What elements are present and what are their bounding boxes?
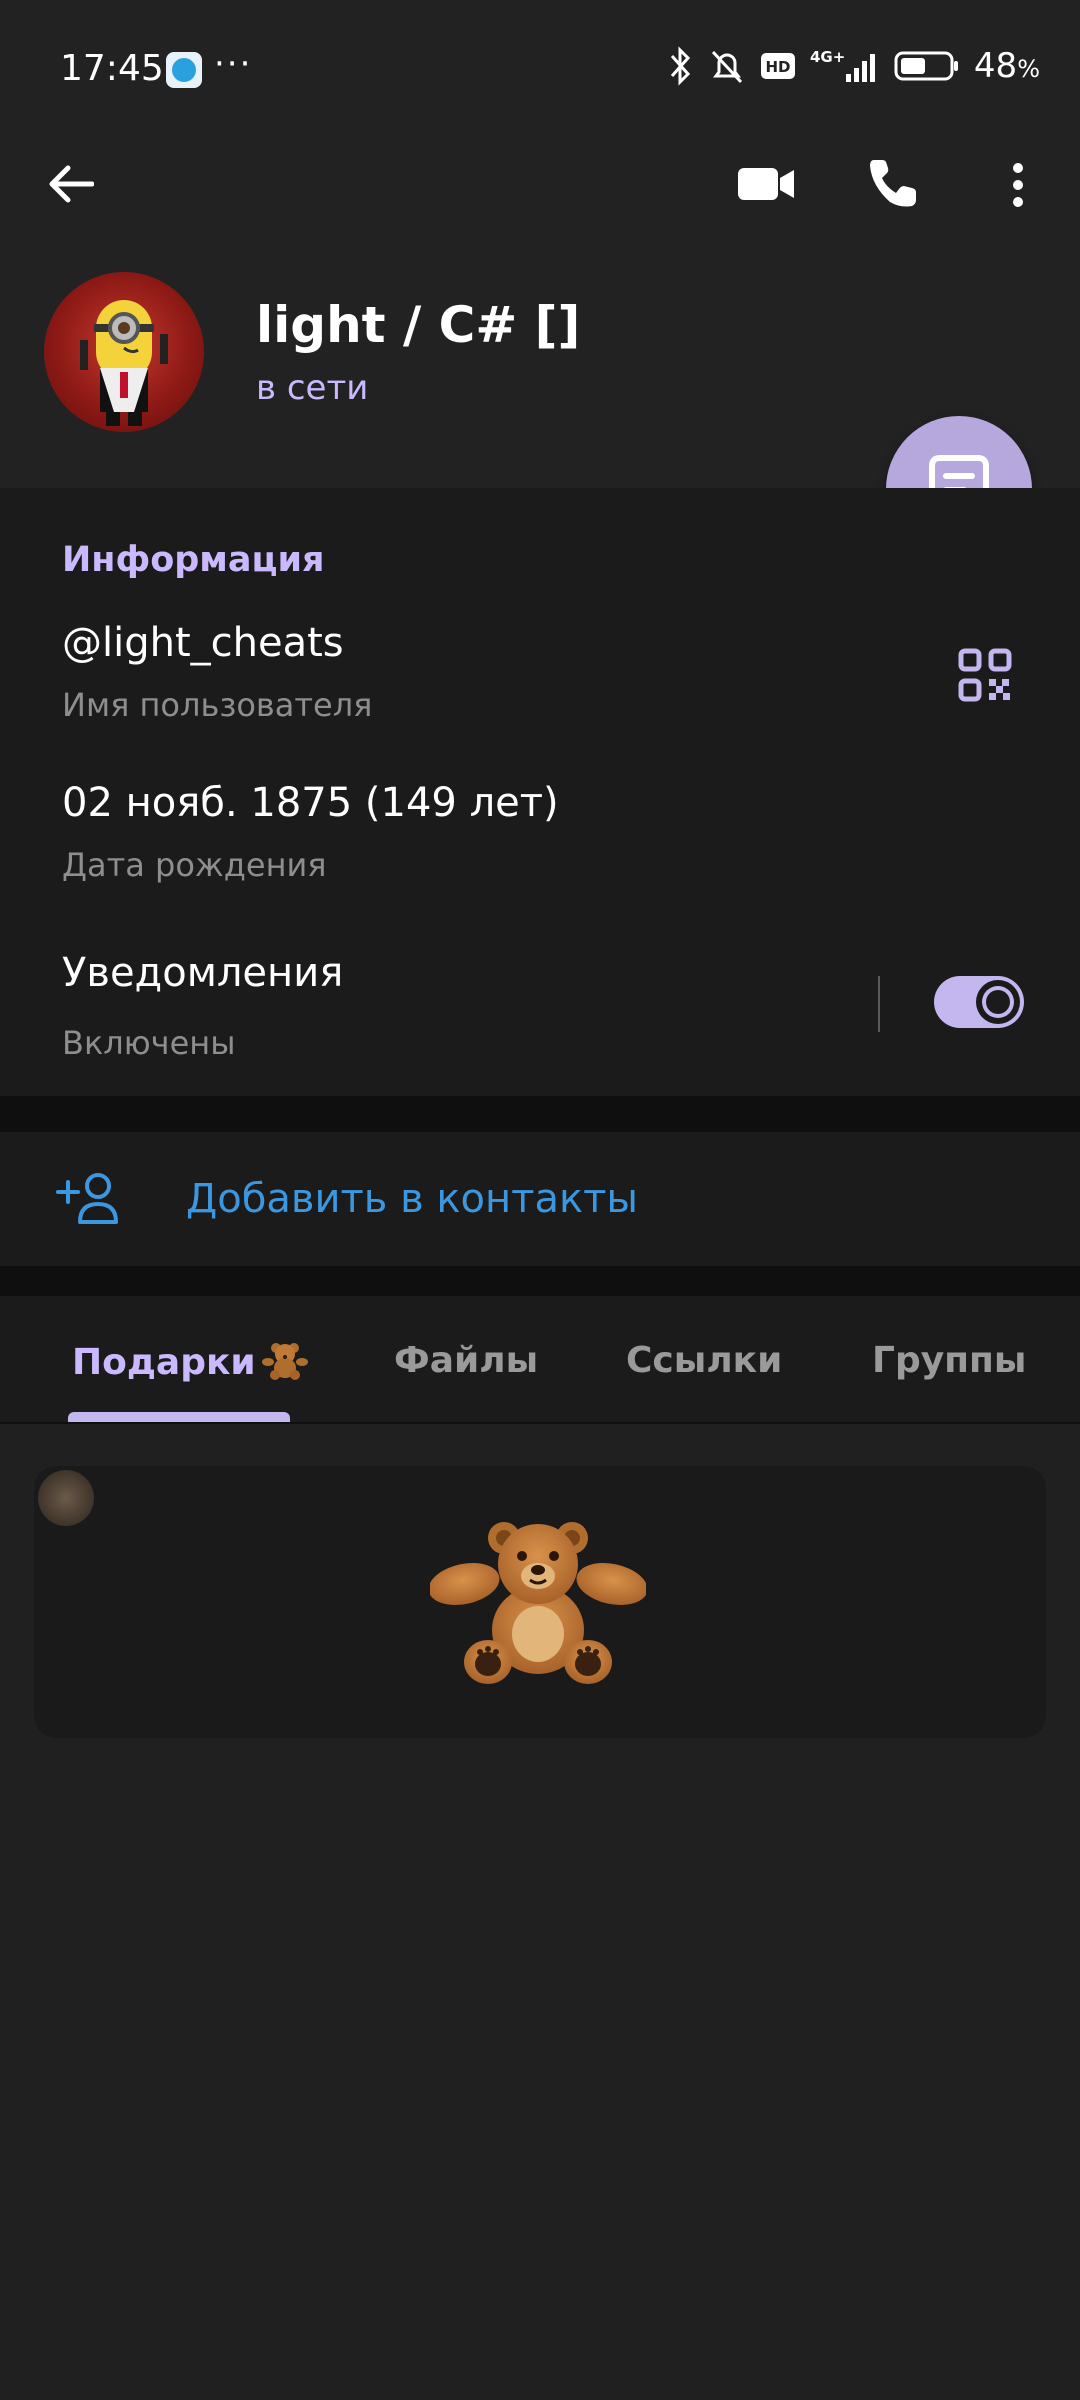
toggle-knob	[976, 980, 1020, 1024]
phone-icon[interactable]	[866, 156, 920, 210]
more-notifications-icon: ···	[214, 44, 253, 84]
profile-name: light / C# []	[256, 296, 581, 354]
battery-percent: 48%	[973, 46, 1040, 86]
video-call-icon[interactable]	[736, 162, 796, 206]
svg-text:4G+: 4G+	[810, 48, 845, 66]
tabs-divider	[0, 1422, 1080, 1424]
birthday-label: Дата рождения	[62, 846, 327, 884]
bluetooth-icon	[670, 46, 690, 86]
add-contact-label[interactable]: Добавить в контакты	[186, 1176, 638, 1222]
teddy-bear-icon	[261, 1343, 308, 1380]
notifications-title[interactable]: Уведомления	[62, 950, 343, 996]
section-gap-2	[0, 1266, 1080, 1296]
tab-gifts[interactable]: Подарки	[72, 1340, 308, 1383]
signal-icon: 4G+	[810, 48, 875, 82]
online-status: в сети	[256, 368, 369, 408]
birthday-value[interactable]: 02 нояб. 1875 (149 лет)	[62, 780, 559, 826]
tab-gifts-label: Подарки	[72, 1342, 256, 1383]
username-label: Имя пользователя	[62, 686, 373, 724]
status-time: 17:45	[60, 48, 164, 89]
gift-sender-avatar	[38, 1470, 94, 1526]
section-gap	[0, 1096, 1080, 1132]
notifications-toggle[interactable]	[934, 976, 1024, 1028]
tab-files[interactable]: Файлы	[394, 1340, 538, 1381]
status-icons: HD 4G+ 48%	[668, 46, 1040, 86]
tab-groups[interactable]: Группы	[872, 1340, 1026, 1381]
notifications-divider	[878, 976, 880, 1032]
telegram-notification-icon	[166, 52, 202, 88]
info-title: Информация	[62, 540, 325, 580]
avatar[interactable]	[44, 272, 204, 432]
back-arrow-icon[interactable]	[46, 164, 94, 204]
tab-links[interactable]: Ссылки	[626, 1340, 782, 1381]
qr-code-icon[interactable]	[958, 648, 1012, 702]
bell-off-icon	[711, 50, 743, 84]
svg-text:HD: HD	[765, 58, 790, 76]
hd-icon: HD	[760, 53, 795, 79]
notifications-status: Включены	[62, 1024, 236, 1062]
minion-avatar-icon	[80, 300, 168, 426]
battery-icon	[894, 51, 958, 81]
active-tab-indicator	[68, 1412, 290, 1422]
teddy-bear-icon	[430, 1522, 646, 1684]
more-vert-icon[interactable]	[1000, 160, 1036, 210]
add-contact-icon[interactable]	[56, 1170, 122, 1226]
username-value[interactable]: @light_cheats	[62, 620, 344, 666]
